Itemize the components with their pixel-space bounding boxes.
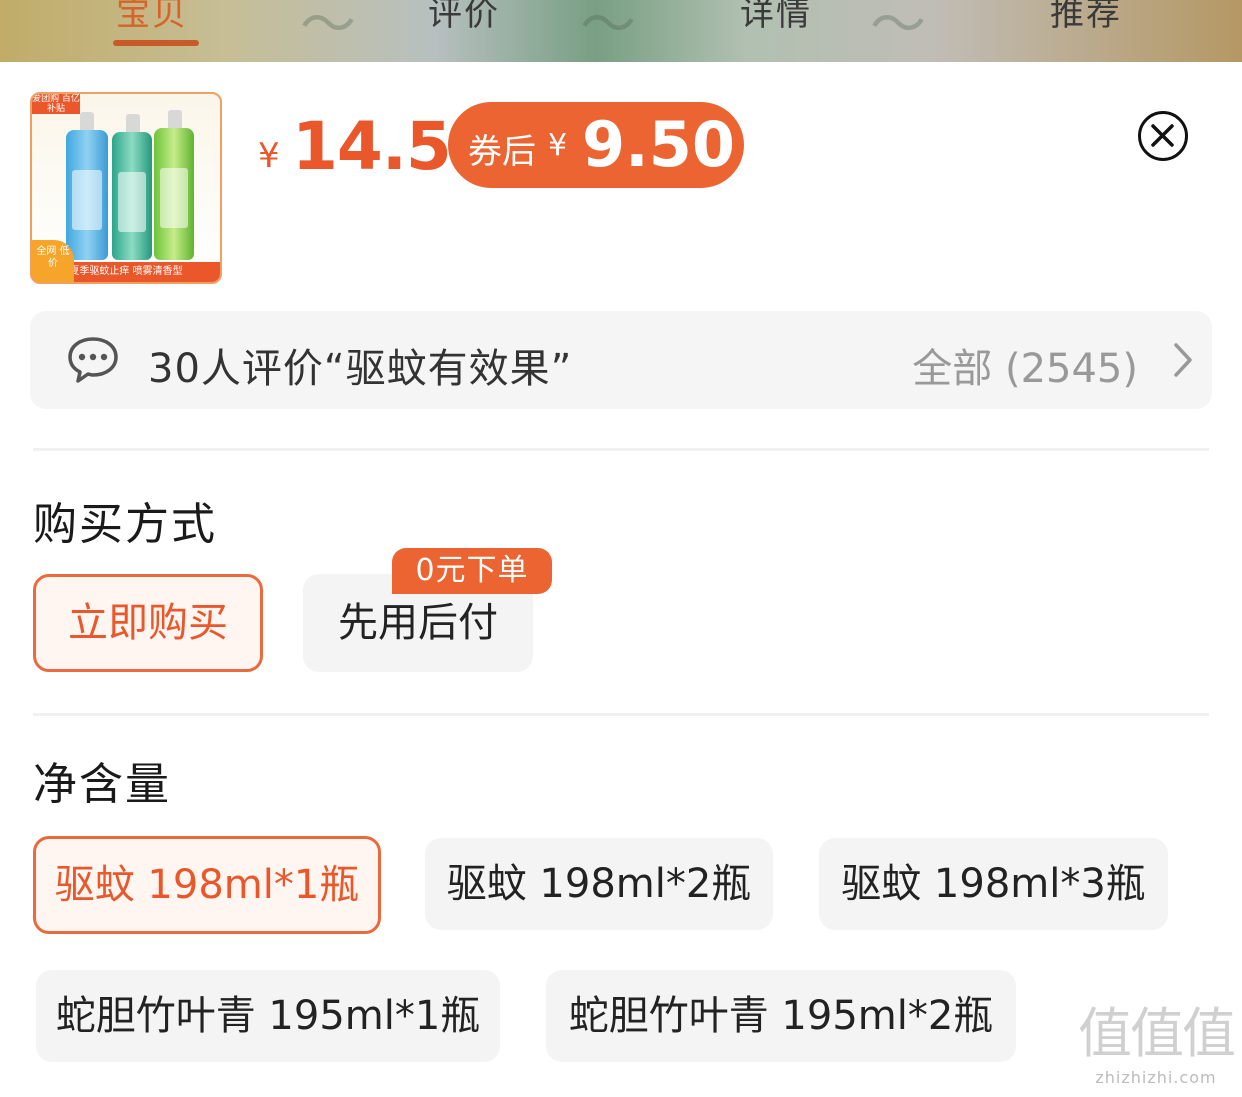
close-button[interactable] [1138, 111, 1188, 161]
bottle-blue [66, 112, 108, 260]
volume-option[interactable]: 蛇胆竹叶青 195ml*2瓶 [546, 970, 1016, 1062]
price-value: 14.5 [292, 108, 452, 185]
tab-baobei[interactable]: 宝贝 [116, 0, 188, 35]
volume-option[interactable]: 驱蚊 198ml*2瓶 [425, 838, 773, 930]
coupon-currency: ¥ [548, 128, 568, 163]
buy-now-option[interactable]: 立即购买 [33, 574, 263, 672]
bottle-green [154, 110, 194, 260]
chevron-right-icon [1174, 343, 1192, 377]
tab-recommend[interactable]: 推荐 [1050, 0, 1122, 35]
review-summary-bar[interactable]: 30人评价“驱蚊有效果” 全部 (2545) [30, 311, 1212, 409]
all-reviews-link[interactable]: 全部 (2545) [912, 336, 1138, 394]
active-tab-indicator [113, 40, 199, 46]
watermark-url: zhizhizhi.com [1095, 1068, 1217, 1087]
close-icon [1151, 124, 1174, 147]
tab-details[interactable]: 详情 [740, 0, 812, 35]
bottle-teal [112, 114, 152, 260]
price-currency: ¥ [258, 136, 280, 176]
watermark-logo: 值值值 [1078, 1002, 1236, 1065]
site-watermark: 值值值 zhizhizhi.com [1078, 989, 1236, 1087]
product-thumbnail[interactable]: 爱团购 百亿补贴 夏季驱蚊止痒 喷雾清香型 全网 低价 [30, 92, 222, 284]
volume-option[interactable]: 驱蚊 198ml*3瓶 [819, 838, 1168, 930]
thumb-badge: 爱团购 百亿补贴 [32, 94, 80, 114]
divider [33, 713, 1209, 716]
tab-reviews[interactable]: 评价 [428, 0, 500, 35]
volume-option[interactable]: 蛇胆竹叶青 195ml*1瓶 [36, 970, 500, 1062]
review-summary-text: 30人评价“驱蚊有效果” [148, 346, 573, 392]
top-tab-bar: 〜 〜 〜 宝贝 评价 详情 推荐 [0, 0, 1242, 62]
net-content-title: 净含量 [33, 759, 171, 810]
chat-bubble-icon [68, 337, 118, 383]
sku-sheet: 爱团购 百亿补贴 夏季驱蚊止痒 喷雾清香型 全网 低价 ¥ 14.5 券后 ¥ … [0, 62, 1242, 1097]
coupon-value: 9.50 [582, 108, 735, 181]
coupon-label: 券后 [468, 132, 536, 172]
coupon-price-badge: 券后 ¥ 9.50 [448, 102, 744, 188]
purchase-method-title: 购买方式 [33, 499, 217, 550]
zero-order-tag: 0元下单 [392, 548, 552, 594]
volume-option[interactable]: 驱蚊 198ml*1瓶 [33, 836, 381, 934]
divider [33, 448, 1209, 451]
thumb-corner: 全网 低价 [32, 240, 74, 282]
